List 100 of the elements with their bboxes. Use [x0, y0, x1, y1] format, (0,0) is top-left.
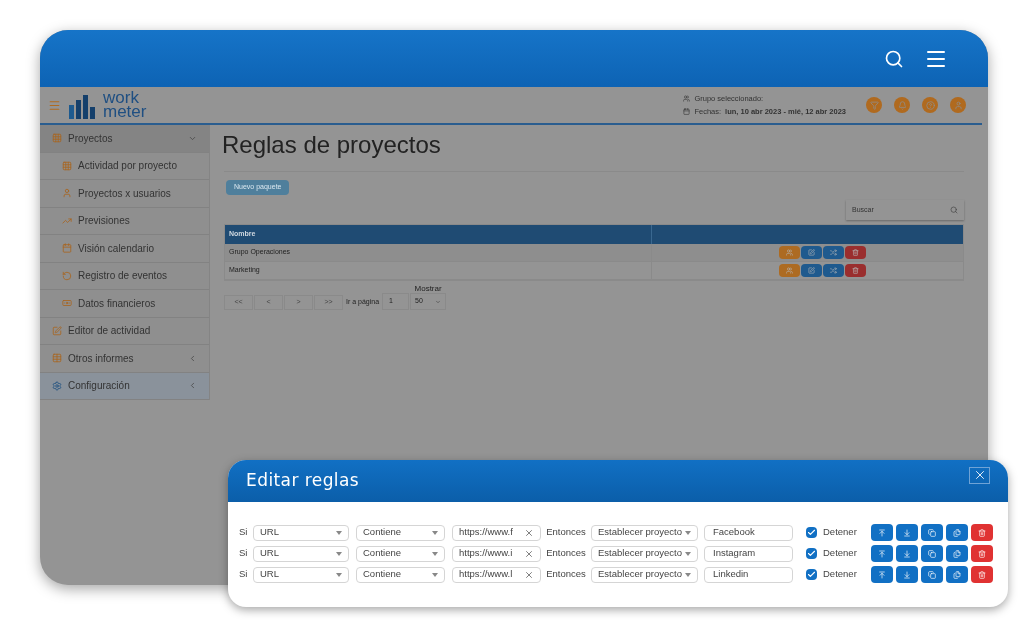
if-label: Si	[239, 546, 249, 561]
caret-icon	[432, 530, 438, 535]
search-icon	[950, 206, 958, 214]
shuffle-button[interactable]	[823, 246, 844, 259]
arrow-up-icon	[878, 570, 886, 579]
logo-text: meter	[103, 105, 147, 119]
user-icon	[62, 188, 72, 199]
sidebar-subitem[interactable]: Registro de eventos	[40, 262, 209, 290]
stop-label: Detener	[823, 567, 858, 582]
check-icon	[807, 549, 816, 558]
dropdown[interactable]: Establecer proyecto	[591, 566, 698, 583]
sidebar-item[interactable]: Proyectos	[40, 125, 209, 153]
stop-checkbox[interactable]	[806, 527, 817, 538]
check-icon	[807, 570, 816, 579]
caret-icon	[336, 551, 342, 556]
users-icon	[786, 267, 793, 274]
stop-label: Detener	[823, 525, 858, 540]
trash-button[interactable]	[971, 524, 993, 541]
trash-icon	[978, 570, 986, 579]
trash-button[interactable]	[971, 566, 993, 583]
history-icon	[62, 270, 72, 281]
trash-icon	[978, 528, 986, 537]
caret-icon	[685, 572, 691, 577]
arrow-down-button[interactable]	[896, 566, 918, 583]
users-icon	[683, 95, 691, 103]
copy-button[interactable]	[921, 524, 943, 541]
arrow-up-button[interactable]	[871, 524, 893, 541]
pencil-button[interactable]	[801, 264, 822, 277]
dropdown[interactable]: URL	[253, 566, 349, 583]
shuffle-icon	[830, 267, 837, 274]
copy-button[interactable]	[921, 545, 943, 562]
arrow-down-icon	[903, 549, 911, 558]
then-label: Entonces	[545, 567, 587, 582]
bell-icon	[897, 100, 907, 110]
calendar-icon	[62, 243, 72, 254]
url-field[interactable]: https://www.l	[452, 566, 541, 583]
url-field[interactable]: https://www.f	[452, 524, 541, 541]
arrow-down-icon	[903, 570, 911, 579]
search-icon[interactable]	[884, 48, 904, 69]
dropdown[interactable]: Contiene	[356, 566, 445, 583]
logo-text: work	[103, 91, 139, 105]
page-title: Reglas de proyectos	[222, 133, 442, 157]
sidebar-item[interactable]: Otros informes	[40, 345, 209, 373]
shuffle-button[interactable]	[823, 264, 844, 277]
trash-button[interactable]	[971, 545, 993, 562]
project-field[interactable]: Facebook	[704, 524, 793, 541]
gear-icon	[52, 380, 62, 391]
dropdown[interactable]: Contiene	[356, 524, 445, 541]
dropdown[interactable]: Establecer proyecto	[591, 545, 698, 562]
dropdown[interactable]: Establecer proyecto	[591, 524, 698, 541]
copy-icon	[928, 549, 936, 558]
trash-icon	[852, 267, 859, 274]
pencil-icon	[52, 325, 62, 336]
trash-button[interactable]	[845, 246, 866, 259]
chevron-left-icon	[188, 381, 197, 391]
sidebar-subitem[interactable]: Datos financieros	[40, 290, 209, 318]
grid-icon	[52, 133, 62, 144]
clear-icon[interactable]	[524, 569, 534, 580]
arrow-up-button[interactable]	[871, 545, 893, 562]
show-label: Mostrar	[414, 285, 442, 293]
sidebar-item[interactable]: Editor de actividad	[40, 317, 209, 345]
caret-icon	[432, 572, 438, 577]
sidebar-subitem[interactable]: Previsiones	[40, 207, 209, 235]
grid-icon	[62, 160, 72, 171]
filter-icon	[869, 100, 879, 110]
arrow-up-icon	[878, 528, 886, 537]
if-label: Si	[239, 525, 249, 540]
stop-checkbox[interactable]	[806, 569, 817, 580]
table-icon	[52, 353, 62, 364]
calendar-icon	[683, 107, 691, 115]
dropdown[interactable]: URL	[253, 545, 349, 562]
arrow-up-button[interactable]	[871, 566, 893, 583]
trash-icon	[852, 249, 859, 256]
sidebar-subitem[interactable]: Proyectos x usuarios	[40, 180, 209, 208]
dropdown[interactable]: Contiene	[356, 545, 445, 562]
trash-button[interactable]	[845, 264, 866, 277]
caret-icon	[685, 530, 691, 535]
project-field[interactable]: Linkedin	[704, 566, 793, 583]
clear-icon[interactable]	[524, 527, 534, 538]
then-label: Entonces	[545, 546, 587, 561]
stop-checkbox[interactable]	[806, 548, 817, 559]
url-field[interactable]: https://www.i	[452, 545, 541, 562]
dropdown[interactable]: URL	[253, 524, 349, 541]
clear-icon[interactable]	[524, 548, 534, 559]
close-button[interactable]	[969, 466, 990, 484]
arrow-down-icon	[903, 528, 911, 537]
pencil-button[interactable]	[801, 246, 822, 259]
sidebar-subitem[interactable]: Visión calendario	[40, 235, 209, 263]
shuffle-icon	[830, 249, 837, 256]
arrow-down-button[interactable]	[896, 524, 918, 541]
caret-icon	[685, 551, 691, 556]
copy-icon	[928, 570, 936, 579]
caret-icon	[432, 551, 438, 556]
sidebar-item[interactable]: Configuración	[40, 372, 209, 400]
copy-button[interactable]	[921, 566, 943, 583]
arrow-down-button[interactable]	[896, 545, 918, 562]
pencil-icon	[808, 249, 815, 256]
project-field[interactable]: Instagram	[704, 545, 793, 562]
sidebar-subitem[interactable]: Actividad por proyecto	[40, 152, 209, 180]
then-label: Entonces	[545, 525, 587, 540]
